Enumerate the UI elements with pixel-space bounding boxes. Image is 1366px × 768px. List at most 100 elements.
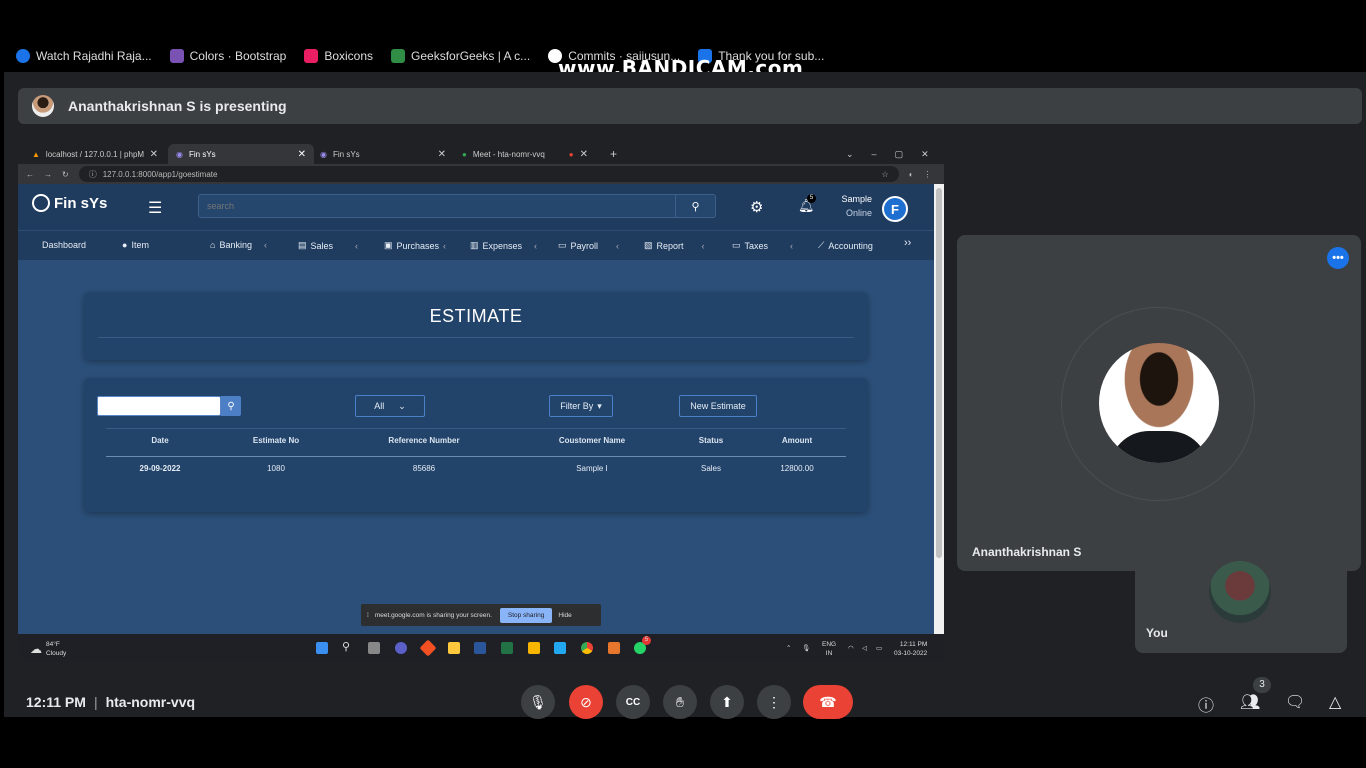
chat-icon[interactable] xyxy=(395,642,407,654)
scroll-right-icon[interactable]: ›› xyxy=(904,237,911,249)
menu-dots-icon[interactable]: ⋮ xyxy=(924,170,932,179)
search-icon[interactable]: ⚲ xyxy=(342,640,354,653)
weather-widget[interactable]: ☁ 84°F Cloudy xyxy=(30,640,66,658)
close-icon[interactable]: ✕ xyxy=(438,149,446,160)
menu-banking[interactable]: ⌂ Banking ‹ xyxy=(210,240,267,250)
window-controls: ⌄ – ▢ ✕ xyxy=(838,144,938,164)
menu-taxes[interactable]: ▭ Taxes ‹ xyxy=(732,240,793,251)
top-navbar: Fin sYs ☰ ⚲ ⚙ 🔔︎5 Sample Online F xyxy=(18,184,934,230)
close-window-icon[interactable]: ✕ xyxy=(921,149,929,160)
scrollbar-thumb[interactable] xyxy=(936,188,942,558)
info-icon[interactable]: ⓘ xyxy=(1198,692,1214,716)
activities-icon[interactable]: △ xyxy=(1329,692,1341,712)
drag-handle-icon[interactable]: ⁞ xyxy=(367,612,369,619)
briefcase-icon: ▥ xyxy=(470,240,479,250)
task-view-icon[interactable] xyxy=(368,642,380,654)
boxicons-icon xyxy=(304,49,319,63)
raise-hand-button[interactable]: ✋︎ xyxy=(663,685,697,719)
presenter-avatar xyxy=(1099,343,1219,463)
menu-item[interactable]: ● Item xyxy=(122,240,149,250)
excel-icon[interactable] xyxy=(501,642,513,654)
scrollbar[interactable] xyxy=(934,184,944,634)
tab-phpmyadmin[interactable]: ▲ localhost / 127.0.0.1 | phpMyAdm ✕ xyxy=(24,144,166,164)
restore-icon[interactable]: ▢ xyxy=(895,149,904,160)
close-icon[interactable]: ✕ xyxy=(580,149,588,160)
stop-sharing-button[interactable]: Stop sharing xyxy=(499,607,553,623)
col-header: Reference Number xyxy=(388,436,460,445)
bell-icon[interactable]: 🔔︎ 5 xyxy=(798,194,816,214)
language-indicator[interactable]: ENG IN xyxy=(822,640,836,658)
tab-finsys[interactable]: ◉ Fin sYs ✕ xyxy=(312,144,454,164)
volume-icon[interactable]: ◁ xyxy=(862,644,867,652)
gear-icon[interactable]: ⚙ xyxy=(750,198,763,216)
tab-search-icon[interactable]: ⌄ xyxy=(846,149,854,160)
menu-dashboard[interactable]: Dashboard xyxy=(42,240,86,250)
minimize-icon[interactable]: – xyxy=(872,149,877,159)
back-icon[interactable]: ← xyxy=(26,170,34,179)
cell-date: 29-09-2022 xyxy=(139,464,181,473)
bootstrap-icon xyxy=(169,49,184,63)
close-icon[interactable]: ✕ xyxy=(150,149,158,160)
sublime-icon[interactable] xyxy=(528,642,540,654)
app-logo[interactable]: Fin sYs xyxy=(32,194,107,212)
whatsapp-badge: 5 xyxy=(642,636,651,645)
hamburger-icon[interactable]: ☰ xyxy=(148,198,162,218)
reload-icon[interactable]: ↻ xyxy=(62,170,69,179)
windows-start-icon[interactable] xyxy=(316,642,328,654)
participant-tile-presenter[interactable]: ••• Ananthakrishnan S xyxy=(957,235,1361,571)
menu-accounting[interactable]: ⟋ Accounting xyxy=(818,240,873,251)
bookmark[interactable]: Boxicons xyxy=(304,49,373,63)
tab-finsys-active[interactable]: ◉ Fin sYs ✕ xyxy=(168,144,314,164)
close-icon[interactable]: ✕ xyxy=(298,149,306,160)
chevron-up-icon[interactable]: ⌃ xyxy=(786,644,791,652)
people-icon[interactable]: 👥︎ xyxy=(1240,692,1260,712)
microphone-button[interactable]: 🎙︎ xyxy=(521,685,555,719)
hang-up-icon: ☎︎ xyxy=(819,693,837,710)
bookmark[interactable]: GeeksforGeeks | A c... xyxy=(391,49,530,63)
status-select[interactable]: All ⌄ xyxy=(355,395,425,417)
search-icon[interactable]: ⚲ xyxy=(221,396,241,416)
captions-button[interactable]: CC xyxy=(616,685,650,719)
menu-sales[interactable]: ▤ Sales ‹ xyxy=(298,240,358,251)
bookmark[interactable]: Watch Rajadhi Raja... xyxy=(16,49,152,63)
end-call-button[interactable]: ☎︎ xyxy=(803,685,853,719)
app-icon[interactable] xyxy=(419,639,437,657)
url-field[interactable]: ⓘ 127.0.0.1:8000/app1/goestimate ☆ xyxy=(78,166,899,182)
app-icon[interactable] xyxy=(608,642,620,654)
menu-expenses[interactable]: ▥ Expenses ‹ xyxy=(470,240,537,251)
bookmark[interactable]: Colors · Bootstrap xyxy=(169,49,286,63)
menu-purchases[interactable]: ▣ Purchases ‹ xyxy=(384,240,446,251)
filter-by-dropdown[interactable]: Filter By ▾ xyxy=(549,395,613,417)
new-tab-button[interactable]: + xyxy=(602,144,622,164)
user-avatar[interactable]: F xyxy=(882,196,908,222)
hide-button[interactable]: Hide xyxy=(558,612,571,619)
search-icon[interactable]: ⚲ xyxy=(675,195,715,217)
search-input[interactable] xyxy=(199,195,675,217)
new-estimate-button[interactable]: New Estimate xyxy=(679,395,757,417)
folder-icon[interactable] xyxy=(448,642,460,654)
chat-icon[interactable]: 🗨︎ xyxy=(1285,692,1305,712)
more-options-icon[interactable]: ••• xyxy=(1327,247,1349,269)
present-button[interactable]: ⬆ xyxy=(710,685,744,719)
tab-meet[interactable]: ● Meet - hta-nomr-vvq ● ✕ xyxy=(454,144,596,164)
menu-report[interactable]: ▧ Report ‹ xyxy=(644,240,705,251)
logo-icon xyxy=(32,194,50,212)
meet-controls-bar: 12:11 PM | hta-nomr-vvq 🎙︎ ⊘ CC ✋︎ ⬆ ⋮ ☎︎ … xyxy=(4,680,1366,719)
vscode-icon[interactable] xyxy=(554,642,566,654)
chevron-left-icon: ‹ xyxy=(443,240,447,251)
battery-icon[interactable]: ▭ xyxy=(876,644,882,652)
chrome-icon[interactable] xyxy=(581,642,593,654)
forward-icon[interactable]: → xyxy=(44,170,52,179)
participant-tile-self[interactable]: You xyxy=(1135,533,1347,653)
table-search-input[interactable] xyxy=(98,397,220,415)
more-options-button[interactable]: ⋮ xyxy=(757,685,791,719)
profile-icon[interactable]: ◐ xyxy=(909,170,914,179)
menu-payroll[interactable]: ▭ Payroll ‹ xyxy=(558,240,619,251)
clock[interactable]: 12:11 PM 03-10-2022 xyxy=(894,640,927,658)
camera-off-button[interactable]: ⊘ xyxy=(569,685,603,719)
report-icon: ▧ xyxy=(644,240,653,250)
presenting-text: Ananthakrishnan S is presenting xyxy=(68,98,287,114)
word-icon[interactable] xyxy=(474,642,486,654)
wifi-icon[interactable]: ◠ xyxy=(848,644,854,652)
star-icon[interactable]: ☆ xyxy=(882,170,889,179)
